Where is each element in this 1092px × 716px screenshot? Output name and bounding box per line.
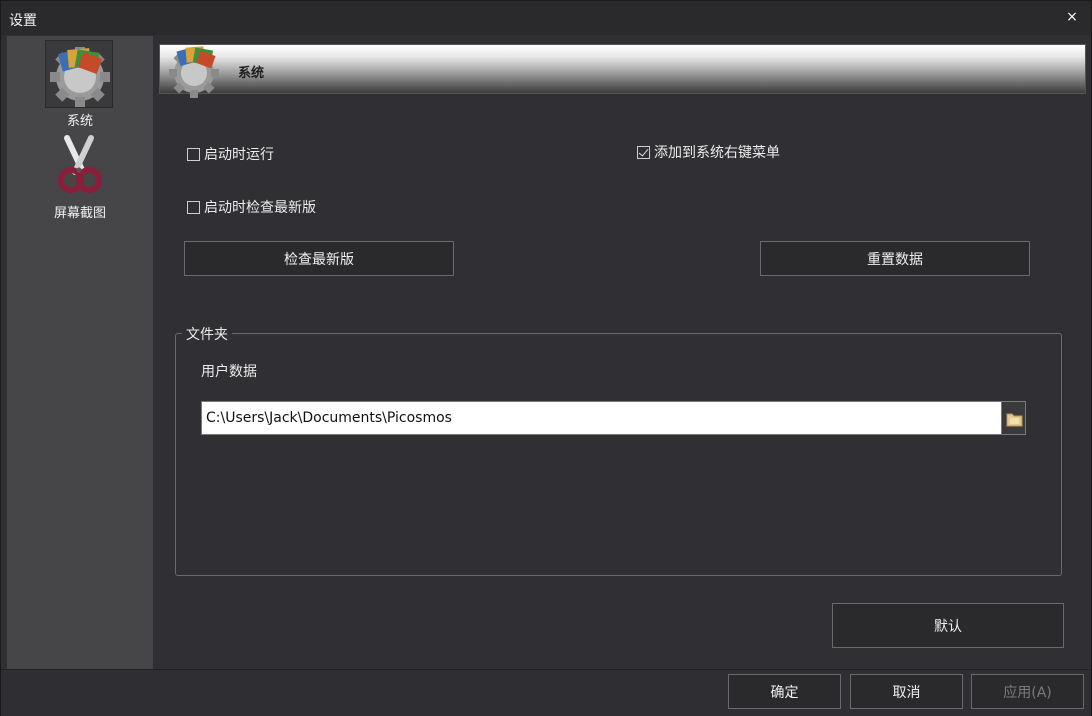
system-settings-icon xyxy=(164,43,226,99)
check-update-button[interactable]: 检查最新版 xyxy=(184,241,454,276)
user-data-label: 用户数据 xyxy=(201,364,257,380)
title-bar: 设置 × xyxy=(1,1,1091,35)
folder-icon xyxy=(1006,413,1023,427)
cancel-button[interactable]: 取消 xyxy=(850,674,963,709)
sidebar-item-label: 屏幕截图 xyxy=(53,206,106,221)
browse-folder-button[interactable] xyxy=(1001,401,1026,435)
content-panel: 系统 启动时运行 添加到系统右键菜单 启动时检查最新版 检查最新版 重置数据 文… xyxy=(154,36,1091,669)
sidebar-item-system[interactable]: 系统 xyxy=(7,36,153,129)
sidebar: 系统 屏幕截图 xyxy=(7,36,153,669)
checkbox-label: 添加到系统右键菜单 xyxy=(654,145,780,161)
folder-groupbox: 文件夹 用户数据 C:\Users\Jack\Documents\Picosmo… xyxy=(175,324,1062,576)
checkbox-box[interactable] xyxy=(187,147,200,161)
section-header: 系统 xyxy=(159,44,1086,98)
checkbox-box[interactable] xyxy=(187,200,200,214)
context-menu-checkbox[interactable]: 添加到系统右键菜单 xyxy=(637,142,780,162)
dialog-button-bar: 确定 取消 应用(A) xyxy=(1,669,1091,716)
apply-button[interactable]: 应用(A) xyxy=(971,674,1084,709)
close-icon[interactable]: × xyxy=(1063,8,1081,26)
reset-data-button[interactable]: 重置数据 xyxy=(760,241,1030,276)
checkbox-label: 启动时运行 xyxy=(204,147,274,163)
section-title: 系统 xyxy=(238,66,265,81)
sidebar-item-label: 系统 xyxy=(66,114,93,129)
ok-button[interactable]: 确定 xyxy=(728,674,841,709)
folder-group-title: 文件夹 xyxy=(182,324,232,344)
check-update-on-startup-checkbox[interactable]: 启动时检查最新版 xyxy=(187,197,316,217)
scissors-icon xyxy=(45,132,113,200)
settings-window: 设置 × 系统 屏幕截图 系统 启动时运行 添加到系统右键菜单 启动时检查最新版… xyxy=(0,0,1092,716)
user-data-path-field[interactable]: C:\Users\Jack\Documents\Picosmos xyxy=(201,401,1002,435)
checkbox-label: 启动时检查最新版 xyxy=(204,200,316,216)
sidebar-item-screenshot[interactable]: 屏幕截图 xyxy=(7,132,153,224)
default-button[interactable]: 默认 xyxy=(832,603,1064,648)
window-title: 设置 xyxy=(9,13,37,29)
run-on-startup-checkbox[interactable]: 启动时运行 xyxy=(187,144,274,164)
system-settings-icon xyxy=(45,40,113,108)
checkbox-box[interactable] xyxy=(637,145,650,159)
